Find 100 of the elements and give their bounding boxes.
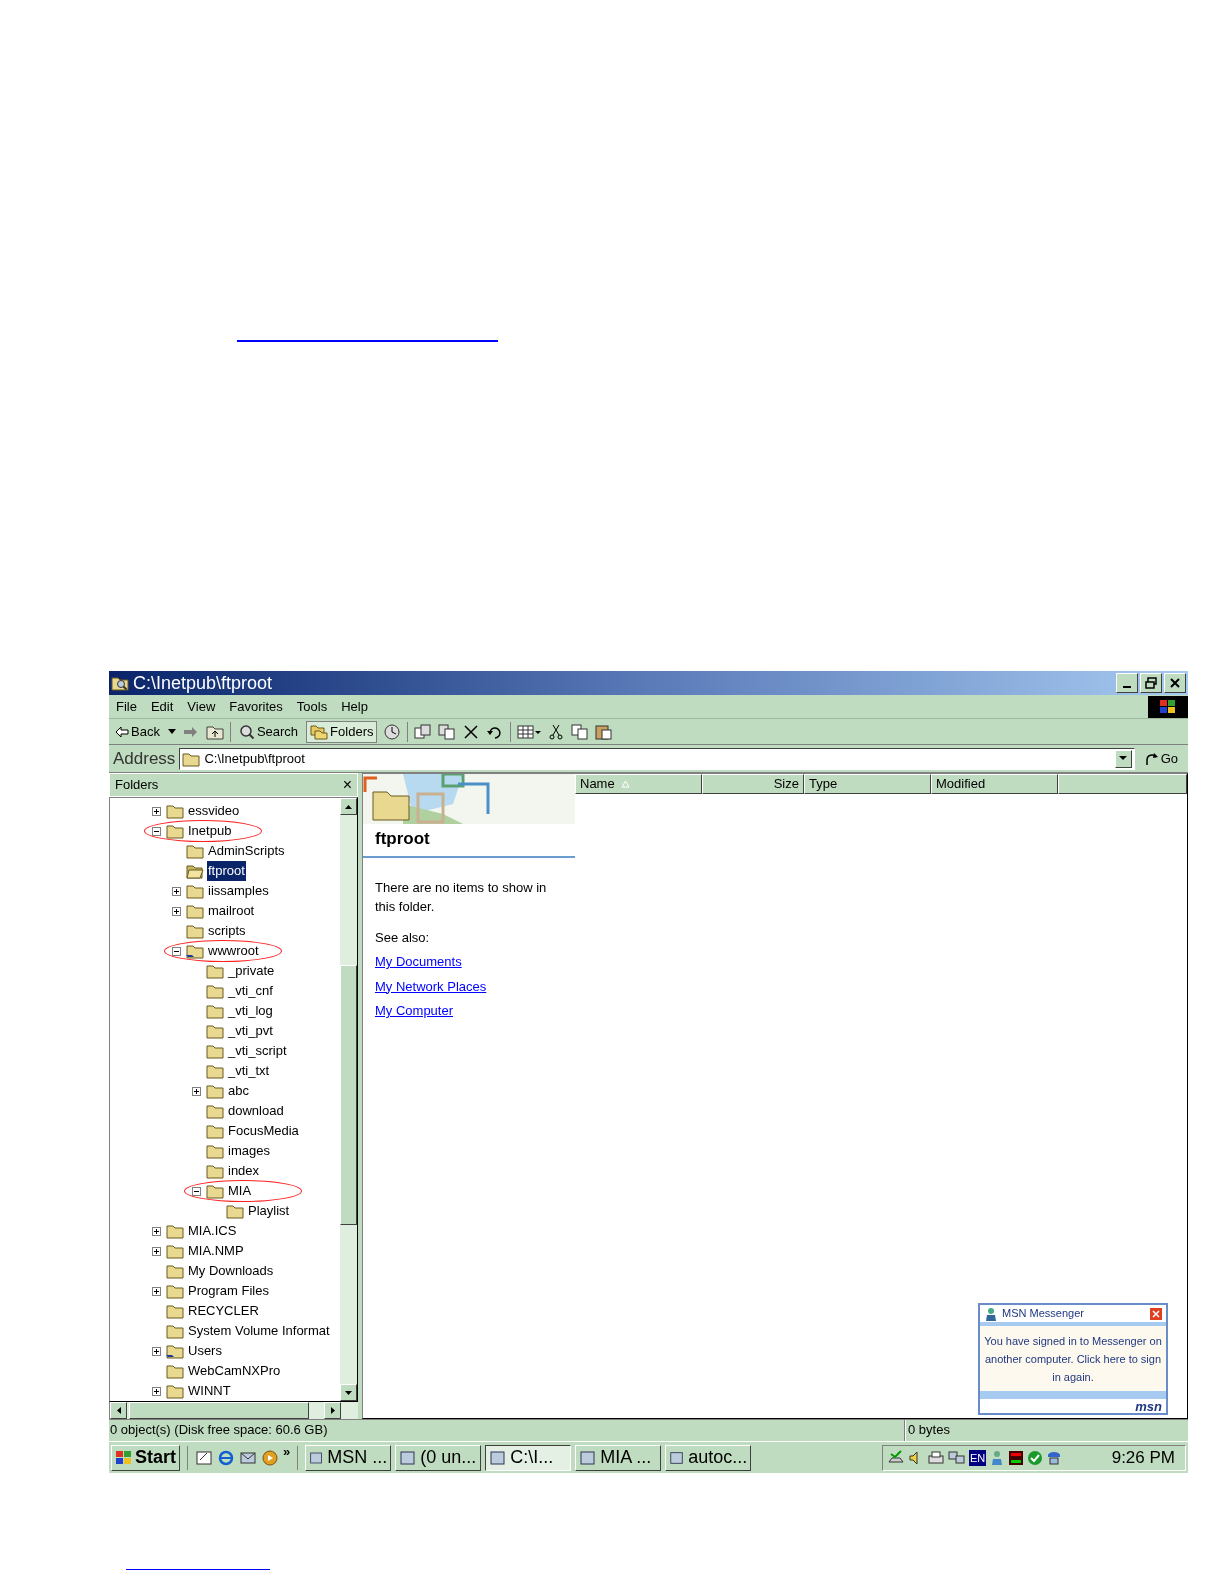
see-also-link[interactable]: My Network Places [375, 976, 487, 996]
column-header[interactable]: Type [804, 774, 931, 794]
media-icon[interactable] [261, 1449, 279, 1466]
taskbar-button[interactable]: autoc... [665, 1444, 752, 1471]
tree-item[interactable]: _vti_pvt [227, 1021, 274, 1041]
scroll-down-button[interactable] [340, 1384, 357, 1401]
menu-item[interactable]: Tools [289, 696, 335, 717]
address-field[interactable]: C:\Inetpub\ftproot [179, 747, 1135, 770]
collapse-icon[interactable] [192, 1186, 201, 1196]
see-also-link[interactable]: My Documents [375, 952, 462, 972]
copy-icon[interactable] [571, 723, 590, 740]
tree-item[interactable]: MIA.ICS [187, 1221, 238, 1241]
scroll-thumb[interactable] [129, 1402, 309, 1419]
delete-icon[interactable] [462, 723, 481, 740]
tree-item[interactable]: iissamples [207, 881, 270, 901]
tree-item[interactable]: download [227, 1101, 285, 1121]
scroll-up-button[interactable] [340, 798, 357, 815]
tree-item[interactable]: index [227, 1161, 261, 1181]
views-icon[interactable] [517, 723, 542, 740]
up-folder-icon[interactable] [205, 723, 224, 740]
tree-item[interactable]: _vti_cnf [227, 981, 274, 1001]
tree-item[interactable]: WINNT [187, 1381, 232, 1401]
taskbar-button[interactable]: MSN ... [305, 1444, 392, 1471]
notification-popup[interactable]: MSN Messenger You have signed in to Messenger on another computer. Click here to sign in again. msn [978, 1303, 1168, 1415]
tree-item[interactable]: abc [227, 1081, 250, 1101]
expand-icon[interactable] [152, 1286, 161, 1296]
minimize-button[interactable] [1116, 673, 1138, 693]
column-header[interactable]: Size [702, 774, 804, 794]
tree-item[interactable]: scripts [207, 921, 247, 941]
expand-icon[interactable] [192, 1086, 201, 1096]
tree-item[interactable]: MIA [227, 1181, 253, 1201]
mail-icon[interactable] [239, 1449, 257, 1466]
scroll-right-button[interactable] [324, 1402, 341, 1419]
desktop-icon[interactable] [195, 1449, 213, 1466]
tree-item[interactable]: AdminScripts [207, 841, 286, 861]
browser-icon[interactable] [217, 1449, 235, 1466]
tree-item[interactable]: mailroot [207, 901, 256, 921]
tree-item[interactable]: _vti_log [227, 1001, 274, 1021]
tree-item[interactable]: _vti_txt [227, 1061, 271, 1081]
expand-icon[interactable] [172, 906, 181, 916]
menu-item[interactable]: File [109, 696, 144, 717]
history-icon[interactable] [383, 723, 402, 740]
taskbar-button[interactable]: (0 un... [395, 1444, 482, 1471]
expand-icon[interactable] [152, 1246, 161, 1256]
tree-item[interactable]: _private [227, 961, 276, 981]
dropdown-caret-icon[interactable] [167, 728, 176, 735]
menu-item[interactable]: Help [334, 696, 375, 717]
tree-item[interactable]: Inetpub [187, 821, 233, 841]
notification-message[interactable]: You have signed in to Messenger on another computer. Click here to sign in again. [980, 1326, 1166, 1391]
collapse-icon[interactable] [152, 826, 161, 836]
expand-icon[interactable] [152, 1226, 161, 1236]
tree-item[interactable]: MIA.NMP [187, 1241, 245, 1261]
tree-item[interactable]: WebCamNXPro [187, 1361, 282, 1381]
tree-item[interactable]: essvideo [187, 801, 241, 821]
paste-icon[interactable] [595, 723, 614, 740]
column-header[interactable]: Modified [931, 774, 1058, 794]
scroll-left-button[interactable] [110, 1402, 127, 1419]
see-also-link[interactable]: My Computer [375, 1001, 454, 1021]
copy-to-icon[interactable] [438, 723, 457, 740]
folder-icon [166, 1303, 184, 1319]
tree-item[interactable]: ftproot [207, 861, 246, 881]
tree-item[interactable]: _vti_script [227, 1041, 288, 1061]
tree-item[interactable]: My Downloads [187, 1261, 275, 1281]
column-header[interactable]: Name [575, 774, 702, 794]
restore-button[interactable] [1140, 673, 1162, 693]
folders-button[interactable]: Folders [306, 720, 378, 743]
language-indicator[interactable]: EN [969, 1449, 987, 1466]
taskbar-button[interactable]: MIA ... [575, 1444, 662, 1471]
expand-icon[interactable] [152, 1346, 161, 1356]
tree-item[interactable]: images [227, 1141, 271, 1161]
taskbar-button[interactable]: C:\I... [485, 1444, 572, 1471]
expand-icon[interactable] [152, 806, 161, 816]
search-button[interactable]: Search [236, 721, 301, 742]
tree-item[interactable]: wwwroot [207, 941, 260, 961]
folder-icon [206, 1123, 224, 1139]
start-button[interactable]: Start [111, 1444, 180, 1471]
expand-icon[interactable] [172, 886, 181, 896]
go-button[interactable]: Go [1138, 748, 1184, 769]
more-button[interactable]: » [283, 1442, 291, 1462]
tree-item[interactable]: System Volume Informat [187, 1321, 331, 1341]
address-label: Address [113, 747, 176, 770]
vertical-scrollbar[interactable] [340, 798, 357, 1401]
dropdown-arrow-icon[interactable] [1119, 756, 1128, 761]
tree-item[interactable]: Playlist [247, 1201, 291, 1221]
close-button[interactable] [1164, 673, 1186, 693]
horizontal-scrollbar[interactable] [109, 1402, 358, 1419]
tree-item[interactable]: FocusMedia [227, 1121, 300, 1141]
tree-item[interactable]: Users [187, 1341, 223, 1361]
tree-item[interactable]: Program Files [187, 1281, 270, 1301]
menu-item[interactable]: Favorites [222, 696, 290, 717]
back-button[interactable]: Back [113, 721, 162, 742]
menu-item[interactable]: Edit [143, 696, 181, 717]
menu-item[interactable]: View [180, 696, 223, 717]
tree-item[interactable]: RECYCLER [187, 1301, 260, 1321]
expand-icon[interactable] [152, 1386, 161, 1396]
cut-icon[interactable] [547, 723, 566, 740]
close-pane-button[interactable]: × [342, 777, 352, 793]
scroll-thumb[interactable] [340, 965, 357, 1225]
move-to-icon[interactable] [414, 723, 433, 740]
collapse-icon[interactable] [172, 946, 181, 956]
